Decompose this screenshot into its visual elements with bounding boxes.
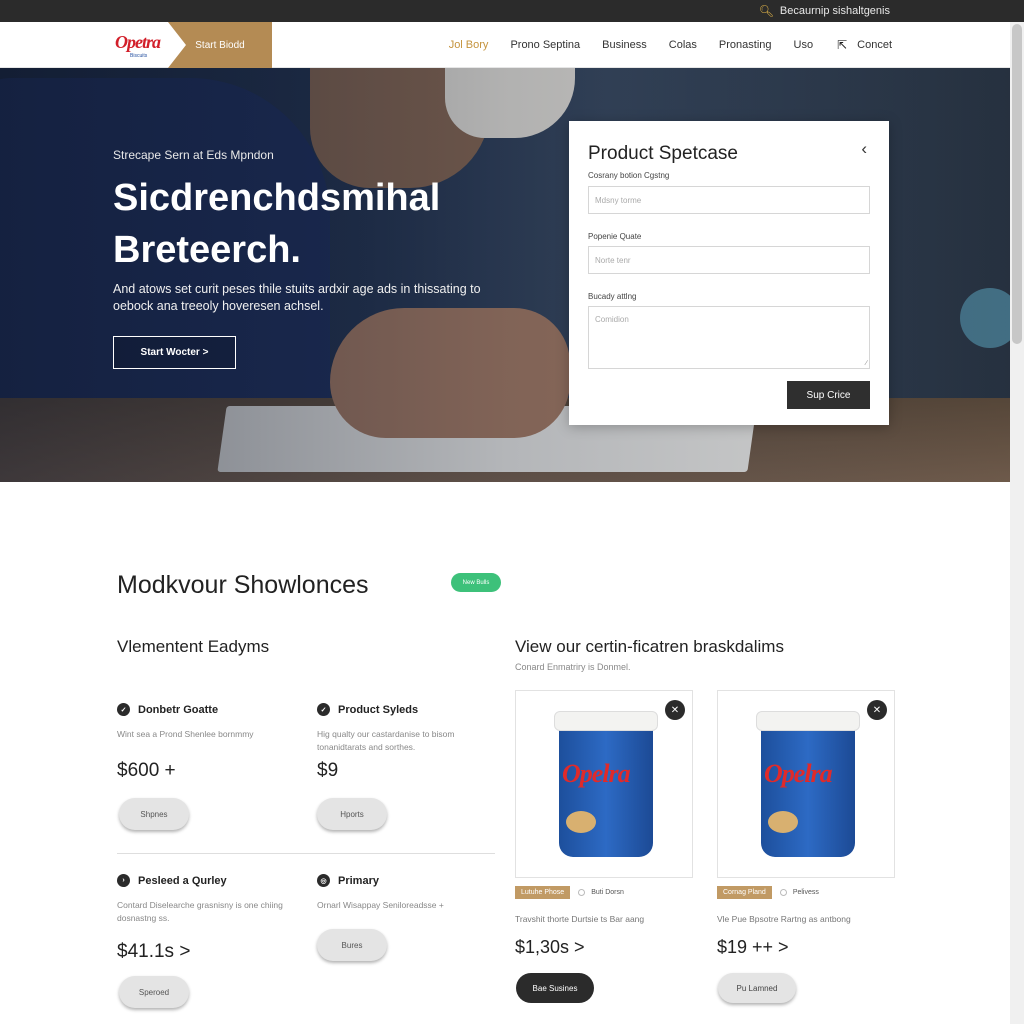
- product-tag: Lutuhe Phose: [515, 886, 571, 899]
- scrollbar-thumb[interactable]: [1012, 24, 1022, 344]
- nav-links: Jol Bory Prono Septina Business Colas Pr…: [427, 22, 892, 68]
- product-variant: Buti Dorsn: [591, 889, 624, 896]
- product-card[interactable]: ✕ Opelra: [515, 690, 693, 878]
- service-button[interactable]: Hports: [317, 798, 387, 830]
- product-tub-lid: [554, 711, 658, 731]
- product-action-button[interactable]: Pu Lamned: [718, 973, 796, 1003]
- product-card[interactable]: ✕ Opelra: [717, 690, 895, 878]
- variant-radio[interactable]: [578, 889, 586, 896]
- product-request-form: Product Spetcase ‹ Cosrany botion Cgstng…: [569, 121, 889, 425]
- field1-label: Cosrany botion Cgstng: [588, 171, 670, 180]
- product-brand: Opelra: [562, 759, 631, 788]
- nav-link-1[interactable]: Jol Bory: [449, 39, 489, 51]
- product-description: Vle Pue Bpsotre Rartng as antbong: [717, 914, 851, 924]
- product-biscuit-graphic: [768, 811, 798, 833]
- check-icon: ✓: [317, 703, 330, 716]
- product-price: $1,30s >: [515, 937, 585, 957]
- product-tag: Cornag Pland: [717, 886, 772, 899]
- service-price: $600 +: [117, 760, 176, 781]
- nav-link-5[interactable]: Pronasting: [719, 39, 772, 51]
- section-title: Modkvour Showlonces: [117, 571, 369, 599]
- service-description: Hig qualty our castardanise to bisom ton…: [317, 729, 455, 752]
- product-price: $19 ++ >: [717, 937, 789, 957]
- close-chevron-icon[interactable]: ‹: [861, 139, 867, 159]
- field3-label: Bucady attlng: [588, 292, 637, 301]
- nav-link-4[interactable]: Colas: [669, 39, 697, 51]
- nav-link-3[interactable]: Business: [602, 39, 647, 51]
- service-price: $41.1s >: [117, 941, 191, 962]
- service-item: › Pesleed a Qurley Contard Diselearche gr…: [117, 874, 307, 925]
- logo-text: Opetra: [115, 32, 161, 52]
- form-submit-button[interactable]: Sup Crice: [787, 381, 870, 409]
- hero-title: Sicdrenchdsmihal Breteerch.: [113, 177, 441, 271]
- right-column-subheading: Conard Enmatriry is Donmel.: [515, 662, 631, 672]
- service-description: Ornarl Wisappay Seniloreadsse +: [317, 900, 444, 910]
- nav-link-6[interactable]: Uso: [794, 39, 814, 51]
- nav-link-contact[interactable]: Concet: [857, 39, 892, 51]
- product-tub-body: [761, 729, 855, 857]
- start-build-button[interactable]: Start Biodd: [168, 22, 272, 68]
- close-icon[interactable]: ✕: [867, 700, 887, 720]
- product-image: Opelra: [554, 711, 658, 859]
- service-item: ✓ Donbetr Goatte Wint sea a Prond Shenlee…: [117, 703, 307, 741]
- service-title: Donbetr Goatte: [138, 703, 219, 716]
- target-icon: ◎: [317, 874, 330, 887]
- resize-grip-icon[interactable]: ∕: [866, 360, 867, 367]
- service-description: Wint sea a Prond Shenlee bornmmy: [117, 729, 254, 739]
- section-divider: [117, 853, 495, 854]
- close-icon[interactable]: ✕: [665, 700, 685, 720]
- hero-kicker: Strecape Sern at Eds Mpndon: [113, 148, 274, 162]
- check-icon: ✓: [117, 703, 130, 716]
- service-item: ✓ Product Syleds Hig qualty our castardan…: [317, 703, 507, 754]
- product-description: Travshit thorte Durtsie ts Bar aang: [515, 914, 645, 924]
- external-link-icon[interactable]: ⇱: [837, 38, 847, 52]
- top-utility-text[interactable]: Becaurnip sishaltgenis: [780, 5, 890, 17]
- service-description: Contard Diselearche grasnisny is one chi…: [117, 900, 283, 923]
- service-title: Pesleed a Qurley: [138, 874, 227, 887]
- service-button[interactable]: Speroed: [119, 976, 189, 1008]
- nav-link-2[interactable]: Prono Septina: [510, 39, 580, 51]
- service-item: ◎ Primary Ornarl Wisappay Seniloreadsse +: [317, 874, 507, 912]
- left-column-heading: Vlementent Eadyms: [117, 637, 270, 656]
- form-title: Product Spetcase: [588, 143, 738, 164]
- product-action-button[interactable]: Bae Susines: [516, 973, 594, 1003]
- search-icon[interactable]: 🔍︎: [759, 4, 774, 18]
- field2-label: Popenie Quate: [588, 232, 642, 241]
- product-biscuit-graphic: [566, 811, 596, 833]
- logo-subtext: Biscuits: [130, 53, 148, 59]
- main-navigation: Opetra Biscuits Start Biodd Jol Bory Pro…: [0, 22, 1024, 68]
- product-tag-row: Cornag Pland Pelivess: [717, 886, 819, 899]
- service-title: Primary: [338, 874, 379, 887]
- field3-placeholder: Comidion: [595, 315, 629, 324]
- variant-radio[interactable]: [779, 889, 787, 896]
- right-column-heading: View our certin-ficatren braskdalims: [515, 637, 784, 656]
- product-brand: Opelra: [764, 759, 833, 788]
- product-tub-body: [559, 729, 653, 857]
- top-utility-bar: 🔍︎ Becaurnip sishaltgenis: [0, 0, 1024, 22]
- section-badge: New Bulls: [451, 573, 501, 592]
- brand-logo[interactable]: Opetra Biscuits: [112, 30, 170, 60]
- field1-input[interactable]: Mdsny torme: [588, 186, 870, 214]
- service-price: $9: [317, 760, 339, 781]
- product-tub-lid: [756, 711, 860, 731]
- hero-description: And atows set curit peses thile stuits a…: [113, 282, 481, 313]
- field2-input[interactable]: Norte tenr: [588, 246, 870, 274]
- arrow-right-icon: ›: [117, 874, 130, 887]
- product-tag-row: Lutuhe Phose Buti Dorsn: [515, 886, 624, 899]
- product-image: Opelra: [756, 711, 860, 859]
- product-variant: Pelivess: [792, 889, 819, 896]
- field3-textarea[interactable]: Comidion ∕: [588, 306, 870, 369]
- service-button[interactable]: Shpnes: [119, 798, 189, 830]
- service-title: Product Syleds: [338, 703, 419, 716]
- hero-cta-button[interactable]: Start Wocter >: [113, 336, 236, 369]
- service-button[interactable]: Bures: [317, 929, 387, 961]
